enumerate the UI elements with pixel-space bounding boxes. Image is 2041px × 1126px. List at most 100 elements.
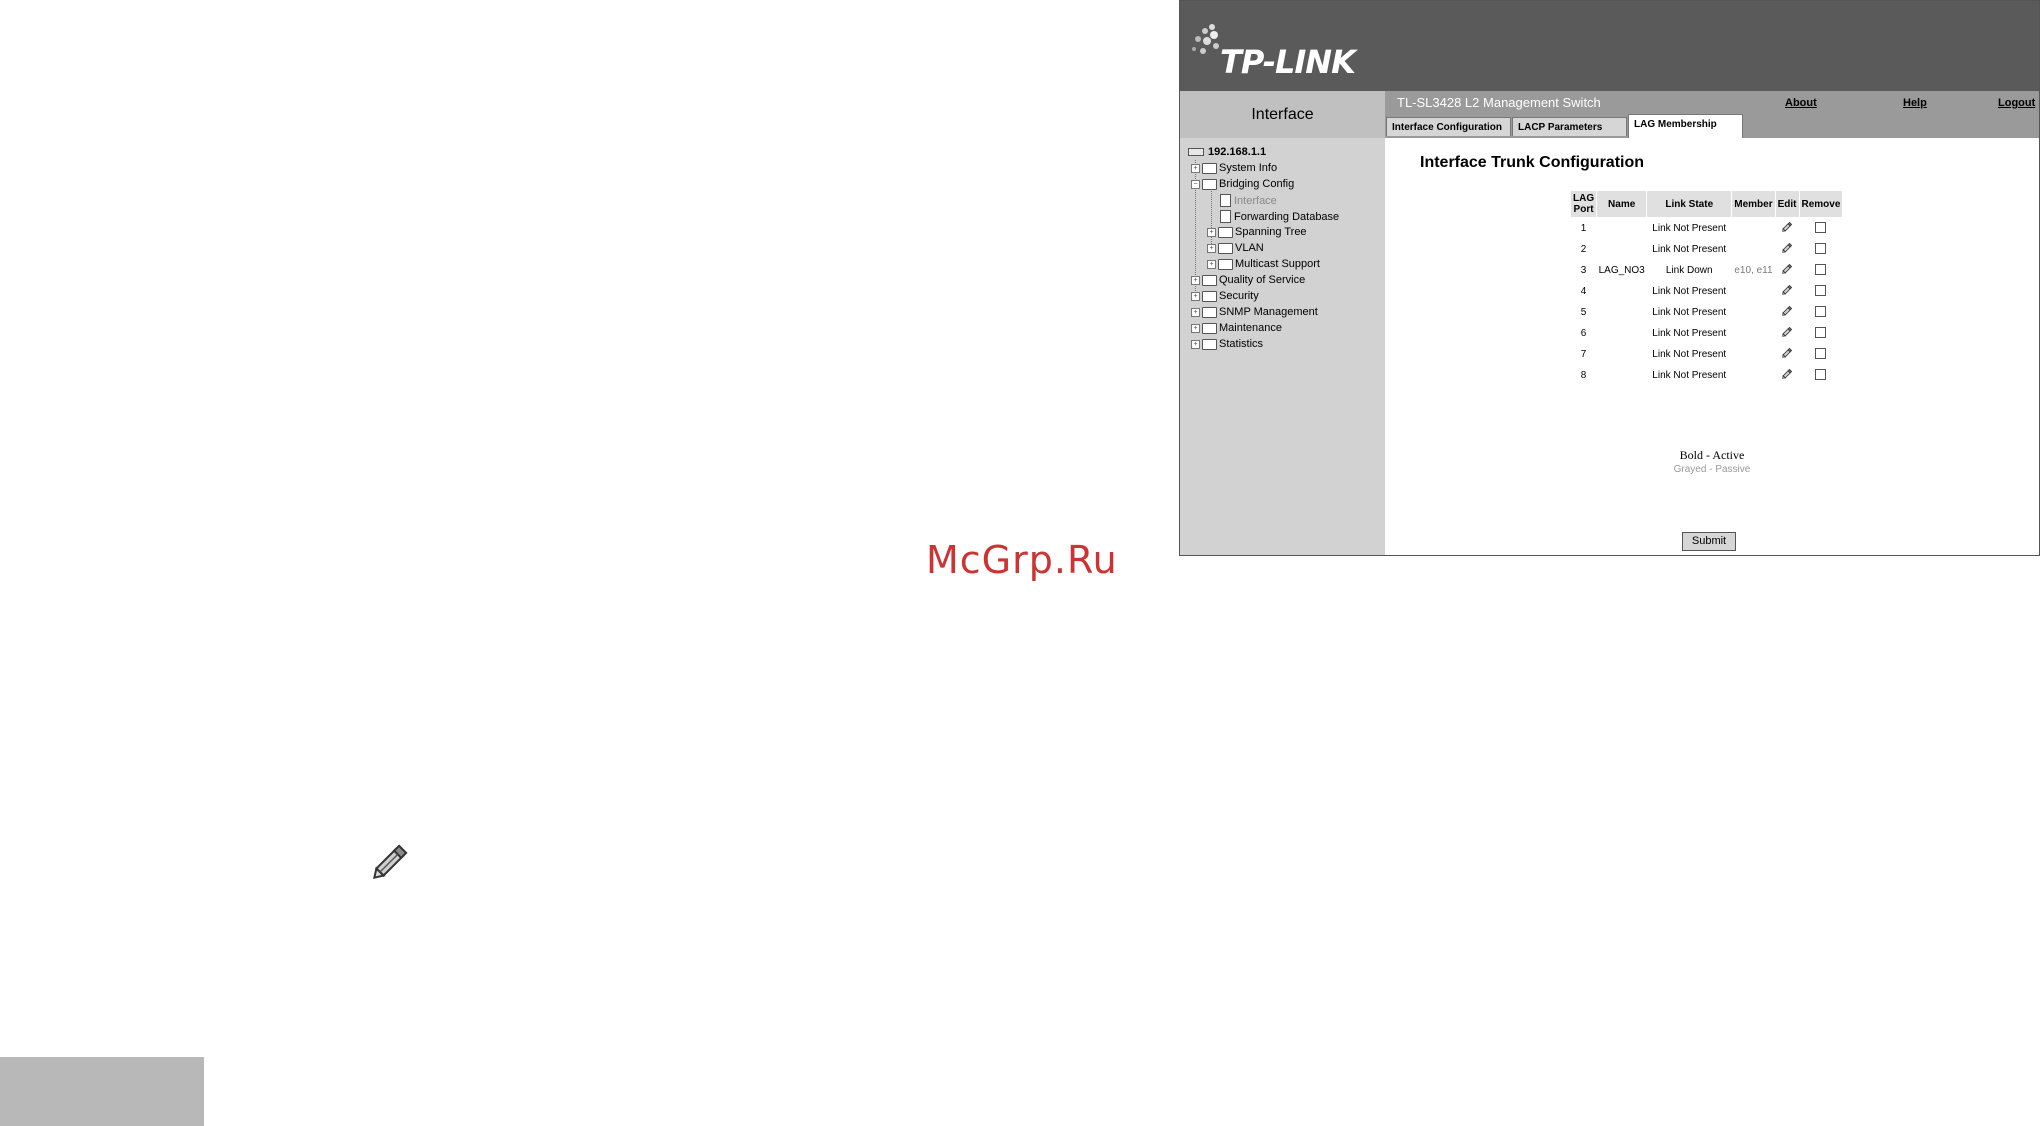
- edit-cell[interactable]: [1775, 302, 1799, 323]
- edit-cell[interactable]: [1775, 365, 1799, 386]
- sidebar-item-quality-of-service[interactable]: + Quality of Service: [1191, 274, 1305, 286]
- sidebar-item-label: Security: [1219, 290, 1259, 302]
- remove-checkbox[interactable]: [1815, 326, 1827, 338]
- sidebar-item-spanning-tree[interactable]: + Spanning Tree: [1207, 226, 1307, 238]
- lag-table: LAG Port Name Link State Member Edit Remo…: [1569, 190, 1844, 386]
- expand-icon[interactable]: +: [1191, 291, 1200, 301]
- link-state-cell: Link Not Present: [1652, 370, 1727, 381]
- col-edit: Edit: [1774, 190, 1800, 218]
- pencil-edit-icon[interactable]: [1781, 284, 1793, 299]
- remove-checkbox[interactable]: [1815, 347, 1827, 359]
- name-cell: LAG_NO3: [1598, 265, 1645, 276]
- about-link[interactable]: About: [1785, 97, 1817, 109]
- tab-interface-configuration[interactable]: Interface Configuration: [1386, 117, 1511, 136]
- col-remove: Remove: [1798, 190, 1844, 218]
- brand-banner: TP-LINK: [1180, 1, 2039, 91]
- top-bar: TL-SL3428 L2 Management Switch About Hel…: [1385, 91, 2039, 138]
- expand-icon[interactable]: +: [1207, 243, 1216, 253]
- remove-cell: [1799, 239, 1843, 260]
- expand-icon[interactable]: +: [1191, 323, 1200, 333]
- sidebar-item-label: System Info: [1219, 162, 1278, 174]
- sidebar-item-label: Quality of Service: [1219, 274, 1306, 286]
- pencil-edit-icon[interactable]: [1781, 368, 1793, 383]
- remove-checkbox[interactable]: [1815, 305, 1827, 317]
- page-corner-block: [0, 1057, 204, 1126]
- edit-cell[interactable]: [1775, 239, 1799, 260]
- remove-checkbox[interactable]: [1815, 368, 1827, 380]
- sidebar-item-bridging-config[interactable]: − Bridging Config: [1191, 178, 1294, 190]
- product-name: TL-SL3428 L2 Management Switch: [1397, 95, 1601, 110]
- remove-checkbox[interactable]: [1815, 284, 1827, 296]
- name-cell: [1597, 344, 1647, 365]
- expand-icon[interactable]: +: [1207, 227, 1216, 237]
- expand-icon[interactable]: +: [1191, 307, 1200, 317]
- table-row: 6 Link Not Present: [1571, 323, 1843, 344]
- sidebar-item-label: Spanning Tree: [1235, 226, 1307, 238]
- host-node[interactable]: 192.168.1.1: [1188, 146, 1266, 158]
- collapse-icon[interactable]: −: [1191, 179, 1200, 189]
- sidebar-item-maintenance[interactable]: + Maintenance: [1191, 322, 1282, 334]
- pencil-edit-icon[interactable]: [1781, 242, 1793, 257]
- sidebar-item-label: Forwarding Database: [1234, 210, 1340, 223]
- submit-button[interactable]: Submit: [1682, 532, 1736, 551]
- sidebar-item-label: VLAN: [1235, 242, 1264, 254]
- edit-cell[interactable]: [1775, 323, 1799, 344]
- lag-port-cell: 6: [1580, 328, 1587, 339]
- sidebar-item-label: Statistics: [1219, 338, 1264, 350]
- remove-checkbox[interactable]: [1815, 221, 1827, 233]
- expand-icon[interactable]: +: [1191, 275, 1200, 285]
- expand-icon[interactable]: +: [1191, 163, 1200, 173]
- page-icon: [1220, 210, 1231, 223]
- folder-open-icon: [1202, 178, 1217, 190]
- sidebar-item-statistics[interactable]: + Statistics: [1191, 338, 1263, 350]
- sidebar-item-multicast-support[interactable]: + Multicast Support: [1207, 258, 1320, 270]
- expand-icon[interactable]: +: [1207, 259, 1216, 269]
- edit-cell[interactable]: [1775, 344, 1799, 365]
- tab-lacp-parameters[interactable]: LACP Parameters: [1512, 117, 1627, 136]
- name-cell: [1597, 239, 1647, 260]
- remove-checkbox[interactable]: [1815, 263, 1827, 275]
- edit-cell[interactable]: [1775, 218, 1799, 240]
- sidebar-item-label: Maintenance: [1219, 322, 1282, 334]
- edit-cell[interactable]: [1775, 260, 1799, 281]
- pencil-edit-icon[interactable]: [1781, 305, 1793, 320]
- folder-icon: [1202, 274, 1217, 286]
- remove-cell: [1799, 302, 1843, 323]
- pencil-edit-icon[interactable]: [1781, 221, 1793, 236]
- name-cell: [1597, 365, 1647, 386]
- sidebar-item-label: SNMP Management: [1219, 306, 1318, 318]
- name-cell: [1597, 218, 1647, 240]
- sidebar-tree: 192.168.1.1 + System Info − Bridging Confi…: [1180, 138, 1385, 555]
- table-row: 8 Link Not Present: [1571, 365, 1843, 386]
- member-cell: [1732, 239, 1775, 260]
- tree-guide: [1211, 185, 1212, 248]
- tab-lag-membership[interactable]: LAG Membership: [1628, 114, 1743, 138]
- remove-checkbox[interactable]: [1815, 242, 1827, 254]
- remove-cell: [1799, 218, 1843, 240]
- help-link[interactable]: Help: [1903, 97, 1927, 109]
- host-label: 192.168.1.1: [1208, 146, 1267, 158]
- link-state-cell: Link Not Present: [1652, 223, 1727, 234]
- member-cell: [1732, 281, 1775, 302]
- member-cell: [1732, 302, 1775, 323]
- edit-cell[interactable]: [1775, 281, 1799, 302]
- folder-icon: [1202, 306, 1217, 318]
- page-title: Interface Trunk Configuration: [1420, 154, 1645, 171]
- expand-icon[interactable]: +: [1191, 339, 1200, 349]
- lag-port-cell: 4: [1580, 286, 1587, 297]
- main-content: Interface Trunk Configuration LAG Port Na…: [1385, 138, 2039, 555]
- pencil-edit-icon[interactable]: [1781, 263, 1793, 278]
- pencil-edit-icon[interactable]: [1781, 326, 1793, 341]
- member-cell: [1732, 323, 1775, 344]
- sidebar-item-vlan[interactable]: + VLAN: [1207, 242, 1264, 254]
- sidebar-item-forwarding-database[interactable]: Forwarding Database: [1220, 210, 1339, 223]
- logout-link[interactable]: Logout: [1998, 97, 2035, 109]
- legend-passive: Grayed - Passive: [1673, 464, 1751, 475]
- member-cell: [1732, 365, 1775, 386]
- sidebar-item-system-info[interactable]: + System Info: [1191, 162, 1277, 174]
- table-row: 7 Link Not Present: [1571, 344, 1843, 365]
- sidebar-item-snmp-management[interactable]: + SNMP Management: [1191, 306, 1318, 318]
- sidebar-item-security[interactable]: + Security: [1191, 290, 1259, 302]
- pencil-edit-icon[interactable]: [1781, 347, 1793, 362]
- sidebar-item-interface[interactable]: Interface: [1220, 194, 1277, 207]
